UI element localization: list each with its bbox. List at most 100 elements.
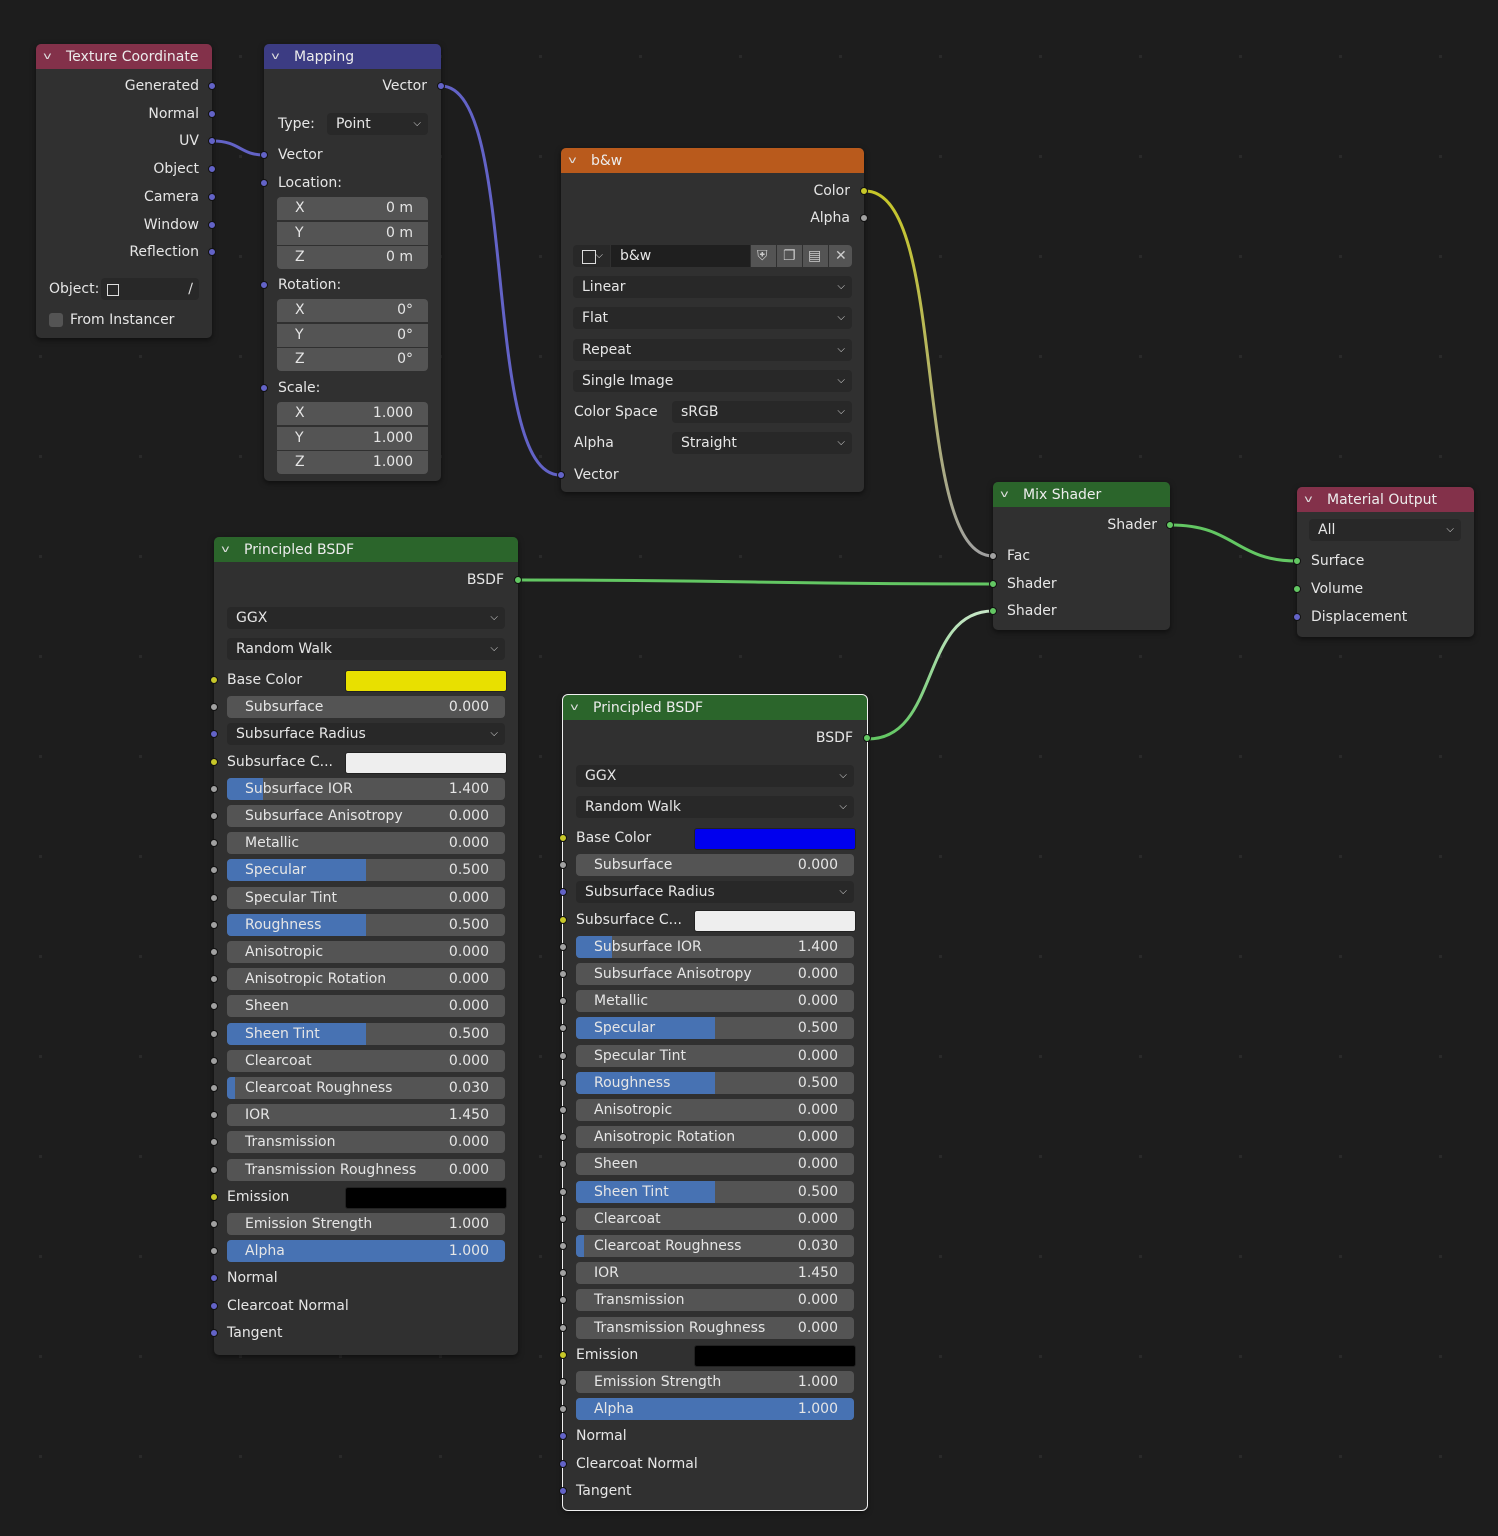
- vector-input-socket[interactable]: [559, 1432, 567, 1441]
- image-name-field[interactable]: b&w: [611, 245, 750, 267]
- subsurface-color-swatch[interactable]: [345, 751, 507, 774]
- target-dropdown[interactable]: All ⌵: [1309, 519, 1461, 541]
- slider-specular-tint[interactable]: Specular Tint 0.000: [227, 886, 505, 909]
- mapping-node[interactable]: v Mapping Vector Type: Point ⌵ Vector Lo…: [260, 44, 445, 481]
- input-vector-socket[interactable]: [557, 471, 565, 479]
- slider-transmission[interactable]: Transmission 0.000: [227, 1131, 505, 1154]
- slider-socket[interactable]: [559, 1296, 567, 1305]
- slider-clearcoat[interactable]: Clearcoat 0.000: [227, 1049, 505, 1072]
- slider-socket[interactable]: [559, 970, 567, 978]
- subsurface-radius-socket[interactable]: [210, 730, 218, 739]
- output-socket[interactable]: [208, 220, 216, 229]
- shader2-socket[interactable]: [989, 607, 997, 615]
- duplicate-image-button[interactable]: ❐: [777, 245, 802, 267]
- slider-socket[interactable]: [559, 1024, 567, 1033]
- rotation-z-field[interactable]: Z 0°: [277, 348, 428, 371]
- eyedropper-icon[interactable]: ∕: [188, 278, 193, 300]
- open-image-folder-button[interactable]: ▤: [803, 245, 828, 267]
- slider-socket[interactable]: [210, 1138, 218, 1147]
- mix-shader-node[interactable]: v Mix Shader Shader Fac Shader Shader: [989, 482, 1174, 630]
- output-bsdf-socket[interactable]: [863, 734, 871, 742]
- output-vector-socket[interactable]: [437, 82, 445, 90]
- slider-subsurface[interactable]: Subsurface 0.000: [227, 696, 505, 719]
- location-x-field[interactable]: X 0 m: [277, 197, 428, 220]
- slider-socket[interactable]: [559, 1269, 567, 1278]
- node-header[interactable]: v Material Output: [1297, 487, 1474, 512]
- subsurface-color-socket[interactable]: [210, 757, 218, 766]
- slider-specular[interactable]: Specular 0.500: [576, 1017, 854, 1040]
- slider-ior[interactable]: IOR 1.450: [227, 1104, 505, 1127]
- color-space-dropdown[interactable]: sRGB ⌵: [672, 401, 852, 423]
- slider-anisotropic[interactable]: Anisotropic 0.000: [227, 941, 505, 963]
- slider-sheen-tint[interactable]: Sheen Tint 0.500: [227, 1022, 505, 1045]
- vector-input-socket[interactable]: [210, 1274, 218, 1283]
- emission-socket[interactable]: [210, 1192, 218, 1201]
- rotation-x-field[interactable]: X 0°: [277, 299, 428, 322]
- slider-clearcoat-roughness[interactable]: Clearcoat Roughness 0.030: [576, 1235, 854, 1257]
- node-header[interactable]: v Mapping: [264, 44, 441, 69]
- output-bsdf-socket[interactable]: [514, 576, 522, 584]
- node-header[interactable]: v Principled BSDF: [563, 695, 867, 720]
- slider-metallic[interactable]: Metallic 0.000: [227, 832, 505, 855]
- collapse-chevron-icon[interactable]: v: [568, 155, 588, 166]
- subsurface-radius-dropdown[interactable]: Subsurface Radius ⌵: [227, 723, 505, 746]
- image-texture-node[interactable]: v b&w Color Alpha ⌵ b&w ⛨ ❐ ▤ ✕ Linear ⌵…: [557, 148, 868, 492]
- scale-socket[interactable]: [260, 384, 268, 392]
- vector-input-socket[interactable]: [210, 1328, 218, 1337]
- projection-dropdown[interactable]: Flat ⌵: [573, 307, 852, 329]
- fac-socket[interactable]: [989, 552, 997, 560]
- slider-metallic[interactable]: Metallic 0.000: [576, 990, 854, 1013]
- slider-socket[interactable]: [559, 1133, 567, 1142]
- output-color-socket[interactable]: [860, 187, 868, 195]
- collapse-chevron-icon[interactable]: v: [570, 702, 590, 713]
- slider-roughness[interactable]: Roughness 0.500: [576, 1071, 854, 1094]
- slider-socket[interactable]: [559, 942, 567, 951]
- slider-emission-strength[interactable]: Emission Strength 1.000: [227, 1213, 505, 1235]
- emission-socket[interactable]: [559, 1350, 567, 1359]
- base-color-socket[interactable]: [559, 834, 567, 842]
- slider-socket[interactable]: [210, 703, 218, 712]
- emission-swatch[interactable]: [694, 1344, 856, 1367]
- node-header[interactable]: v b&w: [561, 148, 864, 173]
- distribution-dropdown[interactable]: GGX ⌵: [227, 607, 505, 629]
- slider-socket[interactable]: [210, 920, 218, 929]
- base-color-socket[interactable]: [210, 676, 218, 684]
- base-color-swatch[interactable]: [694, 828, 856, 850]
- subsurface-color-socket[interactable]: [559, 915, 567, 924]
- source-dropdown[interactable]: Single Image ⌵: [573, 370, 852, 392]
- scale-z-field[interactable]: Z 1.000: [277, 451, 428, 474]
- surface-socket[interactable]: [1293, 557, 1301, 565]
- collapse-chevron-icon[interactable]: v: [43, 51, 63, 62]
- slider-socket[interactable]: [559, 1160, 567, 1169]
- fake-user-button[interactable]: ⛨: [751, 245, 776, 267]
- slider-subsurface-ior[interactable]: Subsurface IOR 1.400: [227, 777, 505, 800]
- collapse-chevron-icon[interactable]: v: [221, 544, 241, 555]
- displacement-socket[interactable]: [1293, 613, 1301, 621]
- subsurface-color-swatch[interactable]: [694, 909, 856, 932]
- scale-x-field[interactable]: X 1.000: [277, 402, 428, 425]
- unlink-image-button[interactable]: ✕: [829, 245, 852, 267]
- vector-input-socket[interactable]: [559, 1486, 567, 1495]
- texture-coordinate-node[interactable]: v Texture Coordinate Object: ∕ From Inst…: [36, 44, 216, 338]
- extension-dropdown[interactable]: Repeat ⌵: [573, 339, 852, 361]
- slider-roughness[interactable]: Roughness 0.500: [227, 913, 505, 936]
- slider-transmission[interactable]: Transmission 0.000: [576, 1289, 854, 1312]
- slider-specular-tint[interactable]: Specular Tint 0.000: [576, 1044, 854, 1067]
- slider-subsurface-anisotropy[interactable]: Subsurface Anisotropy 0.000: [227, 805, 505, 827]
- base-color-swatch[interactable]: [345, 670, 507, 692]
- slider-subsurface[interactable]: Subsurface 0.000: [576, 854, 854, 877]
- slider-anisotropic-rotation[interactable]: Anisotropic Rotation 0.000: [576, 1126, 854, 1149]
- output-socket[interactable]: [208, 82, 216, 90]
- location-y-field[interactable]: Y 0 m: [277, 221, 428, 245]
- shader1-socket[interactable]: [989, 580, 997, 588]
- slider-socket[interactable]: [559, 1242, 567, 1250]
- node-header[interactable]: v Mix Shader: [993, 482, 1170, 507]
- slider-socket[interactable]: [559, 1078, 567, 1087]
- vector-input-socket[interactable]: [210, 1301, 218, 1310]
- node-header[interactable]: v Texture Coordinate: [36, 44, 212, 69]
- slider-socket[interactable]: [559, 1187, 567, 1196]
- slider-sheen[interactable]: Sheen 0.000: [576, 1153, 854, 1176]
- interpolation-dropdown[interactable]: Linear ⌵: [573, 276, 852, 298]
- slider-alpha[interactable]: Alpha 1.000: [576, 1398, 854, 1421]
- output-shader-socket[interactable]: [1166, 521, 1174, 529]
